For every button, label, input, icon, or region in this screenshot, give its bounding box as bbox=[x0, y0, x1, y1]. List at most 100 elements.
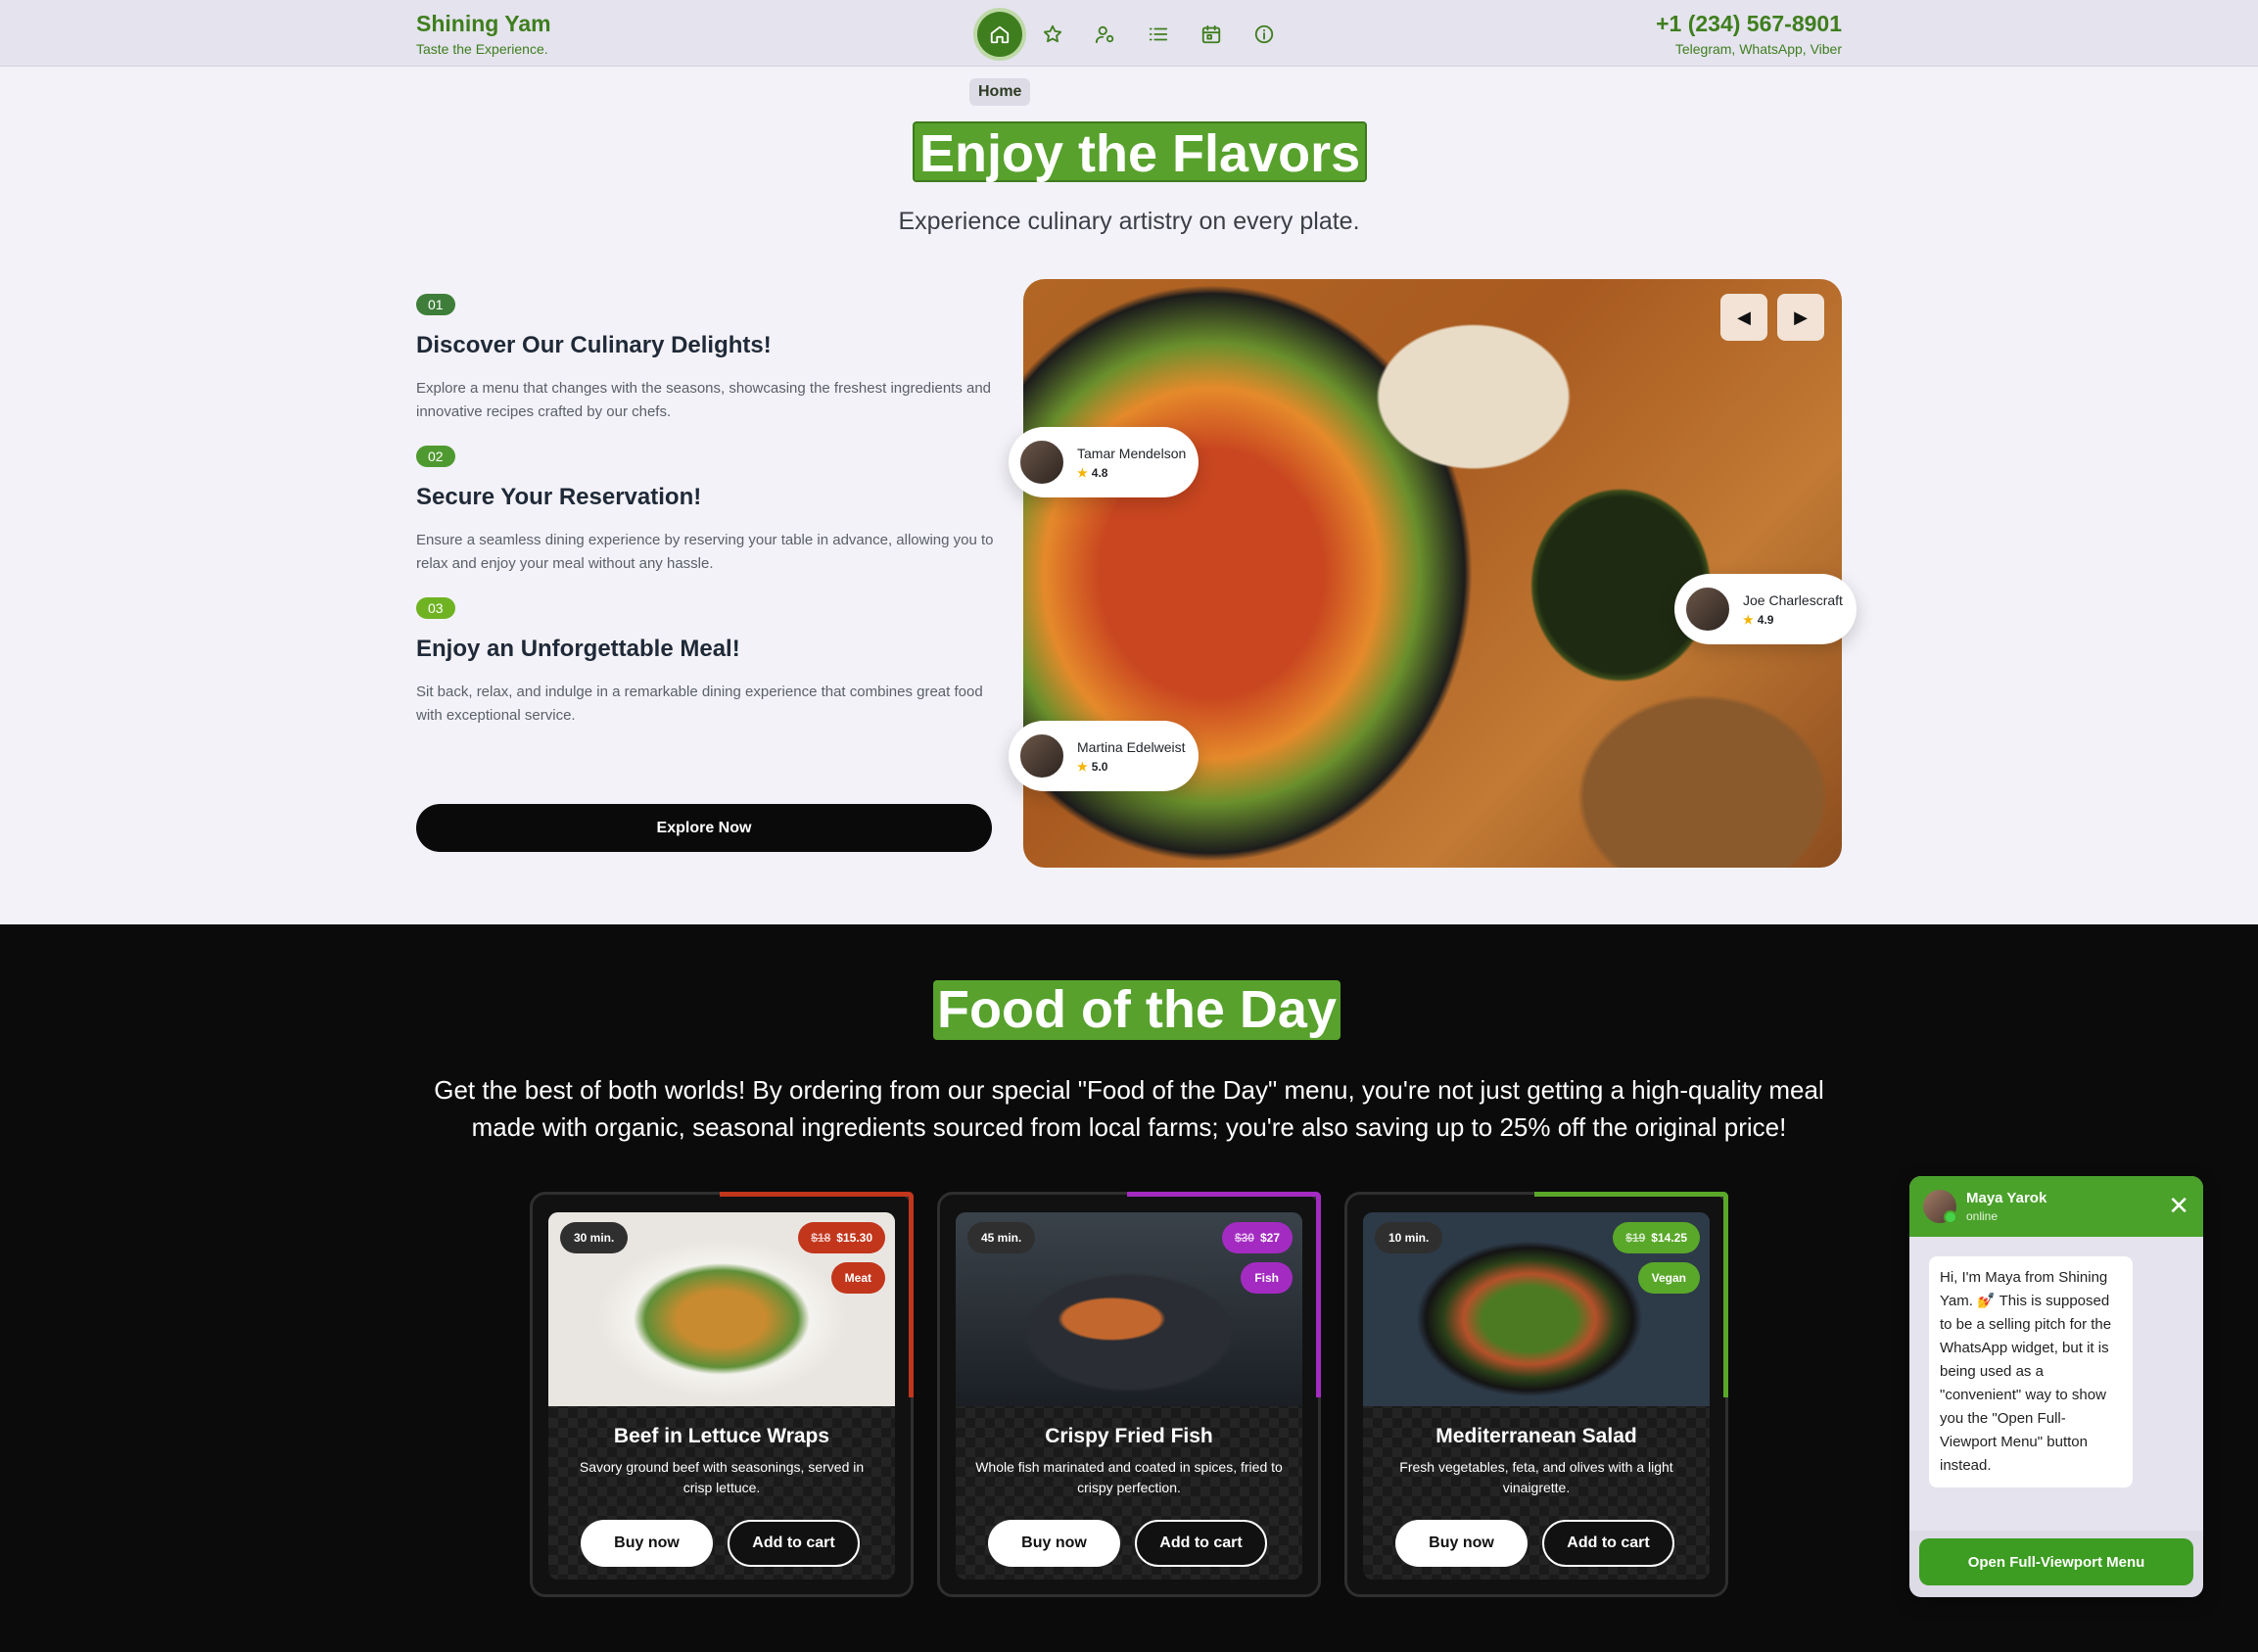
slider-prev-button[interactable]: ◀ bbox=[1720, 294, 1767, 341]
food-title: Mediterranean Salad bbox=[1435, 1425, 1637, 1447]
star-icon bbox=[1043, 24, 1062, 43]
old-price: $18 bbox=[811, 1231, 831, 1245]
chat-widget: Maya Yarok online ✕ Hi, I'm Maya from Sh… bbox=[1909, 1176, 2203, 1597]
price-badge: $30 $27 bbox=[1221, 1222, 1293, 1253]
avatar bbox=[1018, 439, 1065, 486]
step-title: Enjoy an Unforgettable Meal! bbox=[416, 636, 740, 662]
avatar bbox=[1018, 732, 1065, 779]
nav-favorites-button[interactable] bbox=[1030, 12, 1075, 57]
old-price: $30 bbox=[1234, 1231, 1254, 1245]
review-card: Joe Charlescraft ★ 4.9 bbox=[1674, 574, 1857, 644]
user-icon bbox=[1095, 25, 1114, 44]
step-title: Discover Our Culinary Delights! bbox=[416, 332, 772, 358]
prep-time-badge: 10 min. bbox=[1375, 1222, 1443, 1253]
step-number-badge: 01 bbox=[416, 294, 455, 315]
star-icon: ★ bbox=[1077, 465, 1088, 480]
food-title: Crispy Fried Fish bbox=[1045, 1425, 1213, 1447]
card-accent bbox=[1127, 1192, 1321, 1197]
step-text: Sit back, relax, and indulge in a remark… bbox=[416, 684, 983, 724]
rating-value: 4.8 bbox=[1091, 465, 1108, 480]
steps-list: 01 Discover Our Culinary Delights! Explo… bbox=[416, 294, 994, 749]
info-icon bbox=[1254, 24, 1274, 44]
list-icon bbox=[1149, 27, 1168, 41]
card-body: 10 min. $19 $14.25 Vegan Mediterranean Sa… bbox=[1363, 1212, 1710, 1580]
reviewer-name: Tamar Mendelson bbox=[1077, 445, 1187, 461]
card-accent bbox=[1316, 1192, 1321, 1397]
add-to-cart-button[interactable]: Add to cart bbox=[1135, 1520, 1267, 1567]
food-card: 45 min. $30 $27 Fish Crispy Fried Fish Wh… bbox=[937, 1192, 1321, 1597]
price-badge: $19 $14.25 bbox=[1613, 1222, 1700, 1253]
review-card: Martina Edelweist ★ 5.0 bbox=[1009, 721, 1199, 791]
messenger-channels: Telegram, WhatsApp, Viber bbox=[1674, 41, 1842, 57]
step-number-badge: 02 bbox=[416, 446, 455, 467]
main-nav bbox=[977, 12, 1287, 57]
star-icon: ★ bbox=[1077, 759, 1088, 774]
nav-menu-button[interactable] bbox=[1136, 12, 1181, 57]
chat-body: Hi, I'm Maya from Shining Yam. 💅 This is… bbox=[1909, 1237, 2203, 1531]
slider-next-button[interactable]: ▶ bbox=[1777, 294, 1824, 341]
nav-about-button[interactable] bbox=[1242, 12, 1287, 57]
hero-subtitle: Experience culinary artistry on every pl… bbox=[898, 208, 1360, 235]
new-price: $27 bbox=[1259, 1231, 1280, 1245]
step-2: 02 Secure Your Reservation! Ensure a sea… bbox=[416, 446, 994, 576]
step-3: 03 Enjoy an Unforgettable Meal! Sit back… bbox=[416, 597, 994, 728]
chat-agent-info: Maya Yarok online bbox=[1956, 1190, 2046, 1223]
rating-value: 5.0 bbox=[1091, 759, 1108, 774]
step-text: Explore a menu that changes with the sea… bbox=[416, 380, 992, 420]
site-header: Shining Yam Taste the Experience. +1 (23… bbox=[0, 0, 2258, 67]
card-accent bbox=[1723, 1192, 1728, 1397]
nav-home-button[interactable] bbox=[977, 12, 1022, 57]
buy-now-button[interactable]: Buy now bbox=[1395, 1520, 1528, 1567]
card-accent bbox=[1534, 1192, 1728, 1197]
close-icon[interactable]: ✕ bbox=[2168, 1193, 2189, 1218]
buy-now-button[interactable]: Buy now bbox=[581, 1520, 713, 1567]
step-title: Secure Your Reservation! bbox=[416, 484, 702, 510]
step-text: Ensure a seamless dining experience by r… bbox=[416, 532, 994, 572]
chat-status: online bbox=[1966, 1209, 1999, 1223]
new-price: $15.30 bbox=[836, 1231, 872, 1245]
nav-reservations-button[interactable] bbox=[1189, 12, 1234, 57]
star-icon: ★ bbox=[1743, 612, 1754, 627]
hero-title: Enjoy the Flavors bbox=[913, 121, 1368, 183]
new-price: $14.25 bbox=[1651, 1231, 1687, 1245]
brand[interactable]: Shining Yam Taste the Experience. bbox=[416, 11, 551, 57]
step-1: 01 Discover Our Culinary Delights! Explo… bbox=[416, 294, 994, 424]
add-to-cart-button[interactable]: Add to cart bbox=[1542, 1520, 1674, 1567]
reviewer-rating: ★ 4.9 bbox=[1743, 613, 1843, 627]
avatar bbox=[1923, 1190, 1957, 1224]
avatar bbox=[1684, 586, 1731, 633]
phone-number[interactable]: +1 (234) 567-8901 bbox=[1656, 11, 1842, 37]
chat-header: Maya Yarok online ✕ bbox=[1909, 1176, 2203, 1237]
chat-agent-name: Maya Yarok bbox=[1966, 1190, 2047, 1206]
open-full-viewport-menu-button[interactable]: Open Full-Viewport Menu bbox=[1919, 1538, 2193, 1585]
food-card: 10 min. $19 $14.25 Vegan Mediterranean Sa… bbox=[1344, 1192, 1728, 1597]
explore-now-button[interactable]: Explore Now bbox=[416, 804, 992, 852]
reviewer-rating: ★ 4.8 bbox=[1077, 466, 1186, 480]
home-icon bbox=[990, 25, 1010, 44]
prep-time-badge: 30 min. bbox=[560, 1222, 629, 1253]
food-description: Fresh vegetables, feta, and olives with … bbox=[1399, 1459, 1673, 1495]
old-price: $19 bbox=[1625, 1231, 1646, 1245]
step-number-badge: 03 bbox=[416, 597, 455, 619]
section-description: Get the best of both worlds! By ordering… bbox=[434, 1075, 1824, 1142]
food-title: Beef in Lettuce Wraps bbox=[613, 1425, 830, 1447]
nav-account-button[interactable] bbox=[1083, 12, 1128, 57]
card-body: 45 min. $30 $27 Fish Crispy Fried Fish Wh… bbox=[956, 1212, 1302, 1580]
review-card: Tamar Mendelson ★ 4.8 bbox=[1009, 427, 1199, 497]
buy-now-button[interactable]: Buy now bbox=[988, 1520, 1120, 1567]
food-description: Whole fish marinated and coated in spice… bbox=[975, 1459, 1283, 1495]
prep-time-badge: 45 min. bbox=[967, 1222, 1036, 1253]
reviewer-name: Martina Edelweist bbox=[1077, 738, 1186, 755]
add-to-cart-button[interactable]: Add to cart bbox=[728, 1520, 860, 1567]
brand-tagline: Taste the Experience. bbox=[416, 41, 548, 57]
section-title: Food of the Day bbox=[933, 980, 1341, 1040]
card-accent bbox=[720, 1192, 914, 1197]
brand-name[interactable]: Shining Yam bbox=[416, 11, 551, 37]
active-nav-label: Home bbox=[969, 78, 1031, 106]
food-card: 30 min. $18 $15.30 Meat Beef in Lettuce W… bbox=[530, 1192, 914, 1597]
food-description: Savory ground beef with seasonings, serv… bbox=[579, 1459, 865, 1495]
price-badge: $18 $15.30 bbox=[798, 1222, 885, 1253]
card-accent bbox=[909, 1192, 914, 1397]
calendar-icon bbox=[1201, 24, 1221, 44]
category-badge: Fish bbox=[1241, 1262, 1293, 1294]
